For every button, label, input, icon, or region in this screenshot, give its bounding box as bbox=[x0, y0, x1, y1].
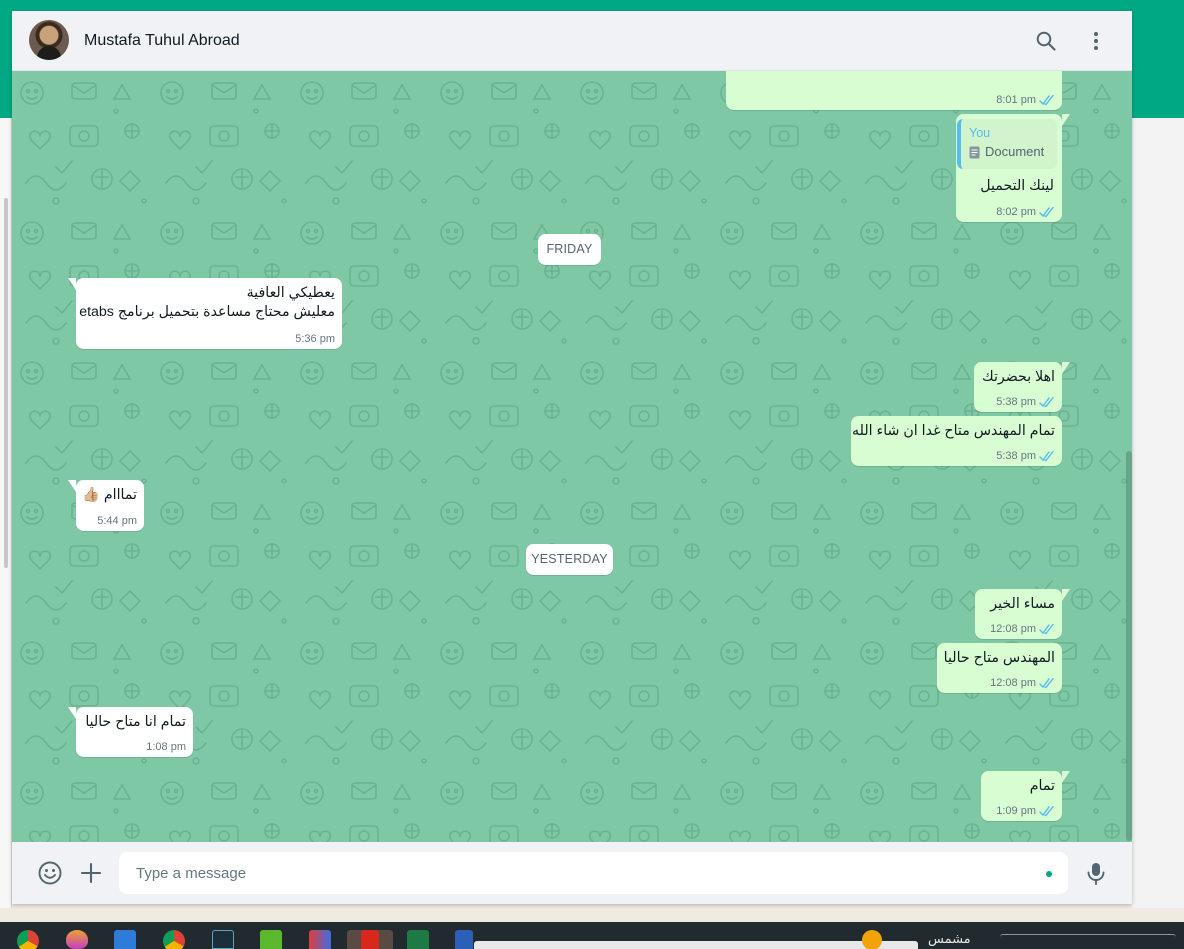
message-meta: 5:36 pm bbox=[295, 333, 335, 345]
message-outgoing[interactable]: مساء الخير 12:08 pm bbox=[975, 589, 1070, 639]
message-text: تمااام 👍🏼 bbox=[82, 487, 137, 503]
message-meta: 5:38 pm bbox=[996, 396, 1055, 408]
weather-icon bbox=[862, 930, 882, 949]
bubble-tail bbox=[1062, 771, 1070, 783]
message-time: 12:08 pm bbox=[990, 677, 1036, 689]
photos-app-icon[interactable] bbox=[114, 930, 136, 949]
weather-label[interactable]: مشمس bbox=[928, 931, 971, 947]
message-text: لينك التحميل bbox=[980, 178, 1054, 194]
quoted-document: Document bbox=[969, 141, 1049, 163]
date-separator: YESTERDAY bbox=[526, 544, 613, 575]
read-ticks-icon bbox=[1039, 623, 1054, 634]
message-outgoing[interactable]: تمام 1:09 pm bbox=[981, 771, 1070, 821]
date-separator: FRIDAY bbox=[538, 234, 601, 265]
read-ticks-icon bbox=[1039, 206, 1054, 217]
message-text-line: يعطيكي العافية bbox=[246, 285, 335, 301]
notes-app-icon[interactable] bbox=[260, 930, 282, 949]
message-meta: 1:09 pm bbox=[996, 805, 1055, 817]
left-panel-edge bbox=[0, 118, 12, 908]
message-text-line: معليش محتاج مساعدة بتحميل برنامج etabs bbox=[79, 304, 335, 320]
message-outgoing[interactable]: 8:01 pm bbox=[726, 71, 1062, 110]
read-ticks-icon bbox=[1039, 396, 1054, 407]
emoji-icon[interactable] bbox=[37, 860, 63, 886]
chat-window: Mustafa Tuhul Abroad 8:01 pm You Documen… bbox=[12, 11, 1132, 904]
message-text: تمام انا متاح حاليا bbox=[85, 714, 186, 730]
left-scrollbar[interactable] bbox=[4, 198, 8, 568]
bubble-tail bbox=[68, 480, 76, 492]
contact-name[interactable]: Mustafa Tuhul Abroad bbox=[84, 32, 240, 50]
chrome-profile-app-icon[interactable] bbox=[163, 930, 185, 949]
chat-header: Mustafa Tuhul Abroad bbox=[12, 11, 1132, 71]
message-meta: 8:02 pm bbox=[996, 206, 1055, 218]
message-time: 5:44 pm bbox=[97, 515, 137, 527]
taskbar-window-preview[interactable] bbox=[474, 941, 918, 949]
attach-plus-icon[interactable] bbox=[78, 860, 104, 886]
microphone-icon[interactable] bbox=[1083, 860, 1109, 886]
read-ticks-icon bbox=[1039, 450, 1054, 461]
message-time: 8:01 pm bbox=[996, 94, 1036, 106]
message-text: اهلا بحضرتك bbox=[982, 369, 1055, 385]
message-time: 5:38 pm bbox=[996, 396, 1036, 408]
message-time: 12:08 pm bbox=[990, 623, 1036, 635]
game-app-icon[interactable] bbox=[309, 930, 331, 949]
bubble-tail bbox=[1062, 114, 1070, 126]
message-text: مساء الخير bbox=[990, 596, 1055, 612]
message-meta: 12:08 pm bbox=[990, 677, 1055, 689]
message-meta: 5:38 pm bbox=[996, 450, 1055, 462]
input-status-dot bbox=[1046, 871, 1052, 877]
menu-icon[interactable] bbox=[1084, 29, 1108, 53]
message-composer bbox=[12, 842, 1132, 904]
bubble-tail bbox=[1062, 589, 1070, 601]
bubble-tail bbox=[68, 278, 76, 290]
search-icon[interactable] bbox=[1034, 29, 1058, 53]
read-ticks-icon bbox=[1039, 805, 1054, 816]
message-text: تمام bbox=[1029, 778, 1055, 794]
quoted-document-label: Document bbox=[985, 144, 1045, 159]
message-time: 8:02 pm bbox=[996, 206, 1036, 218]
message-input[interactable] bbox=[119, 852, 1068, 894]
message-text: المهندس متاح حاليا bbox=[943, 650, 1055, 666]
quoted-message[interactable]: You Document bbox=[957, 119, 1057, 169]
bubble-tail bbox=[1062, 362, 1070, 374]
read-ticks-icon bbox=[1039, 677, 1054, 688]
message-outgoing[interactable]: تمام المهندس متاح غدا ان شاء الله 5:38 p… bbox=[851, 416, 1062, 466]
os-taskbar: مشمس bbox=[0, 922, 1184, 949]
acrobat-app-icon[interactable] bbox=[361, 930, 379, 949]
message-text: تمام المهندس متاح غدا ان شاء الله bbox=[852, 423, 1055, 439]
word-app-icon[interactable] bbox=[455, 930, 473, 949]
message-outgoing[interactable]: اهلا بحضرتك 5:38 pm bbox=[974, 362, 1070, 412]
tool-app-icon[interactable] bbox=[212, 930, 234, 949]
paint-app-icon[interactable] bbox=[66, 930, 88, 949]
quoted-author: You bbox=[969, 126, 991, 140]
message-meta: 1:08 pm bbox=[146, 741, 186, 753]
message-incoming[interactable]: تمااام 👍🏼 5:44 pm bbox=[68, 480, 144, 531]
message-meta: 8:01 pm bbox=[996, 94, 1055, 106]
contact-avatar[interactable] bbox=[29, 20, 69, 60]
chat-area[interactable]: 8:01 pm You Document لينك التحميل 8:02 p… bbox=[12, 71, 1132, 842]
bubble-tail bbox=[68, 707, 76, 719]
chrome-app-icon[interactable] bbox=[17, 930, 39, 949]
message-incoming[interactable]: تمام انا متاح حاليا 1:08 pm bbox=[68, 707, 193, 757]
document-icon bbox=[969, 146, 980, 158]
message-time: 1:09 pm bbox=[996, 805, 1036, 817]
excel-app-icon[interactable] bbox=[407, 930, 429, 949]
right-background bbox=[1132, 118, 1184, 908]
message-meta: 5:44 pm bbox=[97, 515, 137, 527]
message-time: 1:08 pm bbox=[146, 741, 186, 753]
message-meta: 12:08 pm bbox=[990, 623, 1055, 635]
message-time: 5:36 pm bbox=[295, 333, 335, 345]
system-tray-icons[interactable] bbox=[1000, 934, 1176, 946]
chat-scrollbar[interactable] bbox=[1126, 451, 1132, 841]
read-ticks-icon bbox=[1039, 94, 1054, 105]
message-incoming[interactable]: يعطيكي العافية معليش محتاج مساعدة بتحميل… bbox=[68, 278, 342, 349]
message-outgoing[interactable]: المهندس متاح حاليا 12:08 pm bbox=[937, 643, 1062, 693]
message-outgoing-reply[interactable]: You Document لينك التحميل 8:02 pm bbox=[956, 114, 1070, 222]
message-time: 5:38 pm bbox=[996, 450, 1036, 462]
message-input-wrapper bbox=[119, 852, 1068, 894]
